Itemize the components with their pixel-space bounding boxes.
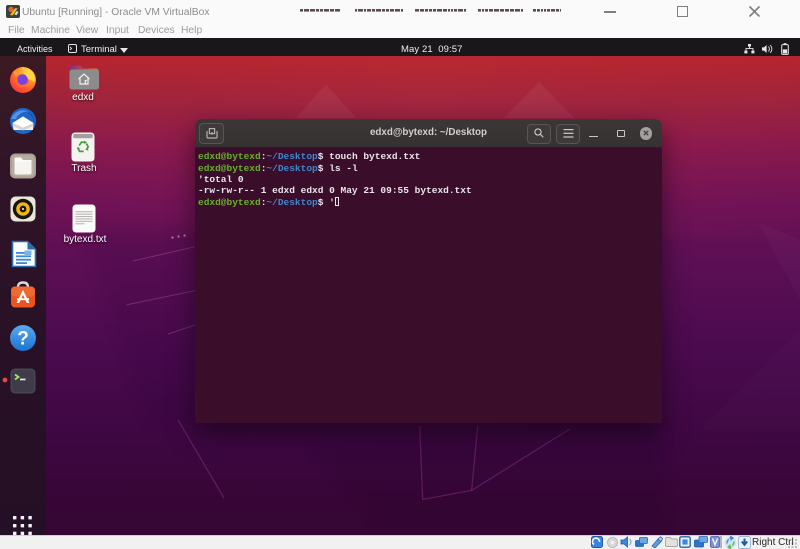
svg-text:?: ? (17, 329, 29, 350)
